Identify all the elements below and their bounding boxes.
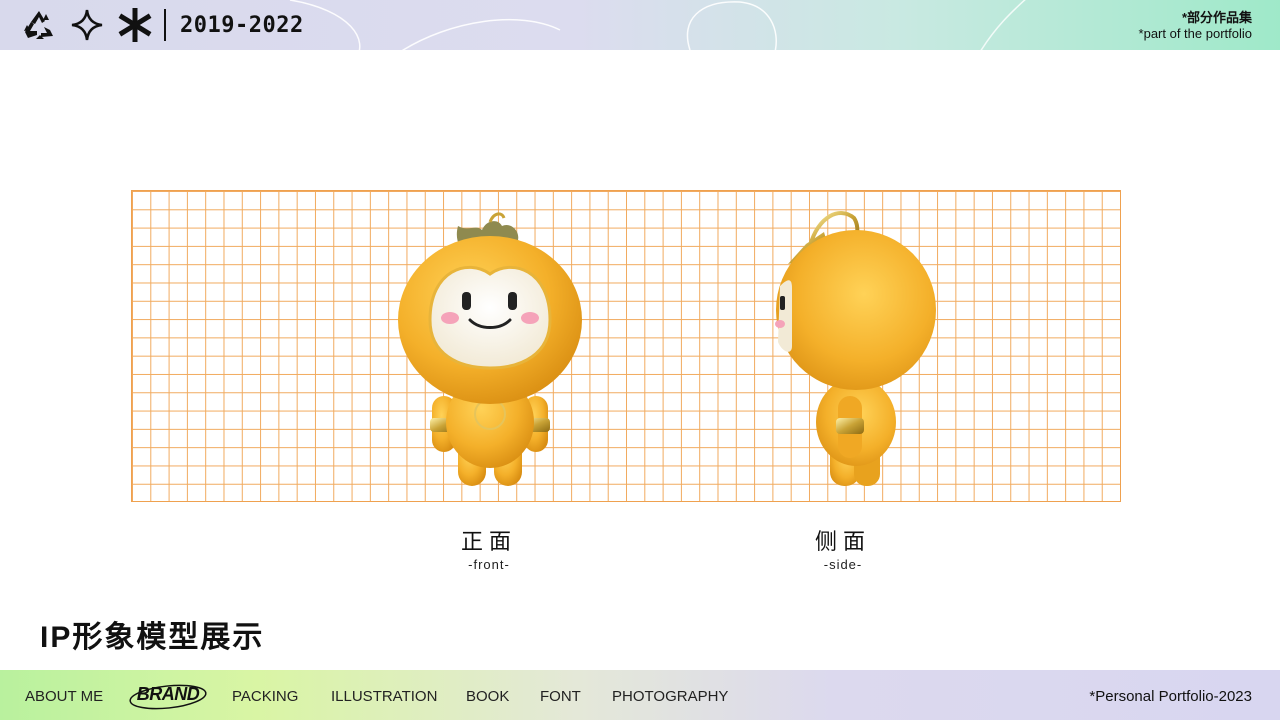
nav-packing[interactable]: PACKING (232, 688, 298, 705)
portfolio-note: *部分作品集 *part of the portfolio (1139, 10, 1252, 41)
footer-nav: ABOUT ME BRAND PACKING ILLUSTRATION BOOK… (0, 670, 1280, 720)
header-bar: 2019-2022 *部分作品集 *part of the portfolio (0, 0, 1280, 50)
mascot-front-view (398, 212, 582, 486)
grid-background (131, 190, 1121, 502)
nav-about-me[interactable]: ABOUT ME (25, 688, 103, 705)
nav-photography[interactable]: PHOTOGRAPHY (612, 688, 728, 705)
section-title: IP形象模型展示 (40, 621, 265, 654)
caption-side-cn: 侧面 (814, 529, 871, 554)
portfolio-note-en: *part of the portfolio (1138, 25, 1252, 41)
nav-font[interactable]: FONT (540, 688, 581, 705)
caption-front-en: -front- (468, 557, 510, 572)
recycle-icon (22, 8, 56, 42)
four-point-star-icon (70, 8, 104, 42)
caption-side-en: -side- (823, 557, 863, 572)
caption-front: 正面 -front- (429, 524, 549, 572)
asterisk-icon (118, 7, 152, 43)
nav-brand[interactable]: BRAND (128, 680, 208, 712)
nav-illustration[interactable]: ILLUSTRATION (331, 688, 437, 705)
header-divider (164, 9, 166, 41)
nav-brand-label: BRAND (136, 684, 200, 704)
year-range: 2019-2022 (180, 13, 304, 38)
nav-book[interactable]: BOOK (466, 688, 509, 705)
caption-front-cn: 正面 (460, 529, 517, 554)
portfolio-note-cn: *部分作品集 (1181, 10, 1252, 25)
footer-portfolio-label: *Personal Portfolio-2023 (1089, 688, 1252, 705)
caption-side: 侧面 -side- (783, 524, 903, 572)
mascot-side-view (775, 211, 936, 486)
